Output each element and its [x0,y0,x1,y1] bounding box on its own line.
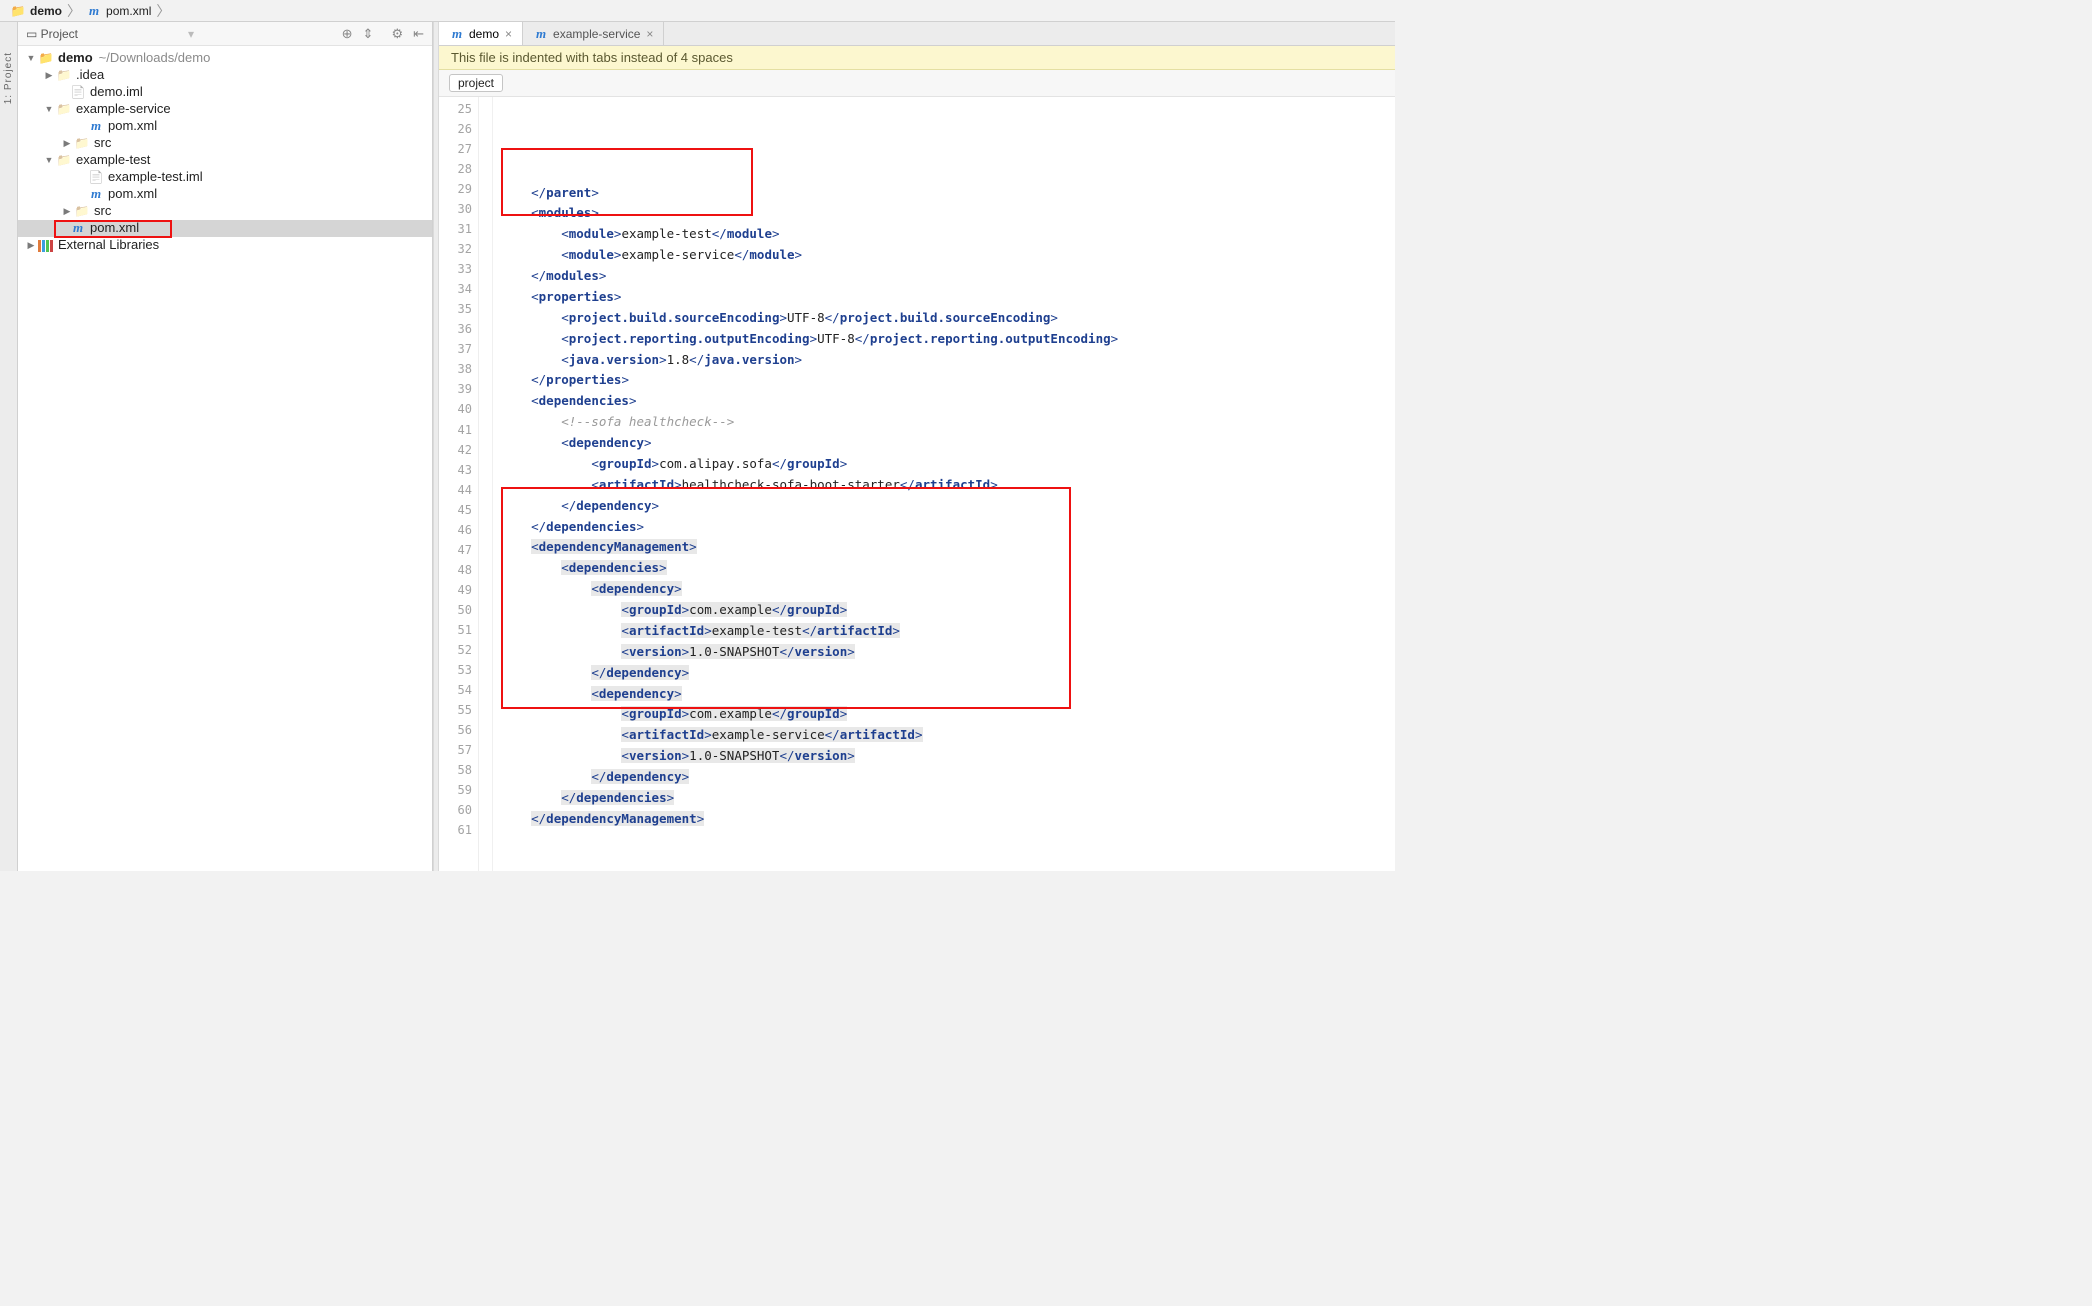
line-number-gutter: 25 26 27 28 29 30 31 32 33 34 35 36 37 3… [439,97,479,871]
editor-tab[interactable]: mdemo× [439,22,523,45]
fold-gutter[interactable] [479,97,493,871]
tree-item[interactable]: ▼example-test [18,152,432,169]
tree-item[interactable]: mpom.xml [18,186,432,203]
tab-label: example-service [553,27,640,41]
tree-label: External Libraries [58,235,159,255]
folder-icon [56,66,72,85]
tab-label: demo [469,27,499,41]
tree-item[interactable]: ▶.idea [18,67,432,84]
tool-window-stripe[interactable]: 1: Project [0,22,18,871]
chevron-right-icon[interactable]: ▶ [60,137,74,151]
folder-icon [38,49,54,68]
chevron-down-icon[interactable]: ▼ [42,103,56,117]
editor-tabbar: mdemo× mexample-service× [439,22,1395,46]
project-view-selector[interactable]: ▭ Project [26,27,78,41]
chevron-down-icon[interactable]: ▼ [42,154,56,168]
editor-panel: mdemo× mexample-service× This file is in… [439,22,1395,871]
tree-root[interactable]: ▼ demo ~/Downloads/demo [18,50,432,67]
editor-tab[interactable]: mexample-service× [523,22,664,45]
tree-label: pom.xml [108,116,157,136]
tree-item[interactable]: ▶src [18,203,432,220]
hide-icon[interactable]: ⇤ [413,26,424,42]
dropdown-icon[interactable]: ▾ [188,27,194,41]
tree-item[interactable]: mpom.xml [18,118,432,135]
nav-tag[interactable]: project [449,74,503,92]
breadcrumb-sep: 〉 [67,4,81,18]
chevron-down-icon[interactable]: ▼ [24,52,38,66]
project-panel-header: ▭ Project ▾ ⊕ ⇕ ⚙ ⇤ [18,22,432,46]
close-icon[interactable]: × [505,27,512,41]
tree-label: pom.xml [108,184,157,204]
folder-icon [56,151,72,170]
editor-nav-crumb: project [439,70,1395,97]
tree-item-selected[interactable]: mpom.xml [18,220,432,237]
editor-banner: This file is indented with tabs instead … [439,46,1395,70]
project-panel: ▭ Project ▾ ⊕ ⇕ ⚙ ⇤ ▼ demo ~/Downloads/d… [18,22,433,871]
locate-icon[interactable]: ⊕ [342,26,353,42]
libraries-icon [38,240,54,252]
breadcrumb-sep: 〉 [156,4,170,18]
chevron-right-icon[interactable]: ▶ [60,205,74,219]
tree-item[interactable]: example-test.iml [18,169,432,186]
tree-item[interactable]: ▶src [18,135,432,152]
breadcrumb-file[interactable]: mpom.xml [84,3,153,19]
tree-external-libs[interactable]: ▶ External Libraries [18,237,432,254]
collapse-icon[interactable]: ⇕ [363,26,374,42]
chevron-right-icon[interactable]: ▶ [42,69,56,83]
close-icon[interactable]: × [646,27,653,41]
editor-area[interactable]: 25 26 27 28 29 30 31 32 33 34 35 36 37 3… [439,97,1395,871]
breadcrumb-root[interactable]: demo [8,4,64,18]
project-tool-button[interactable]: 1: Project [3,52,14,104]
project-tree[interactable]: ▼ demo ~/Downloads/demo ▶.idea demo.iml … [18,46,432,258]
tree-item[interactable]: demo.iml [18,84,432,101]
chevron-right-icon[interactable]: ▶ [24,239,38,253]
tree-path: ~/Downloads/demo [99,48,211,68]
gear-icon[interactable]: ⚙ [391,26,403,42]
code-content[interactable]: </parent> <modules> <module>example-test… [493,97,1395,871]
breadcrumb: demo 〉 mpom.xml 〉 [0,0,1395,22]
folder-icon [56,100,72,119]
tree-item[interactable]: ▼example-service [18,101,432,118]
